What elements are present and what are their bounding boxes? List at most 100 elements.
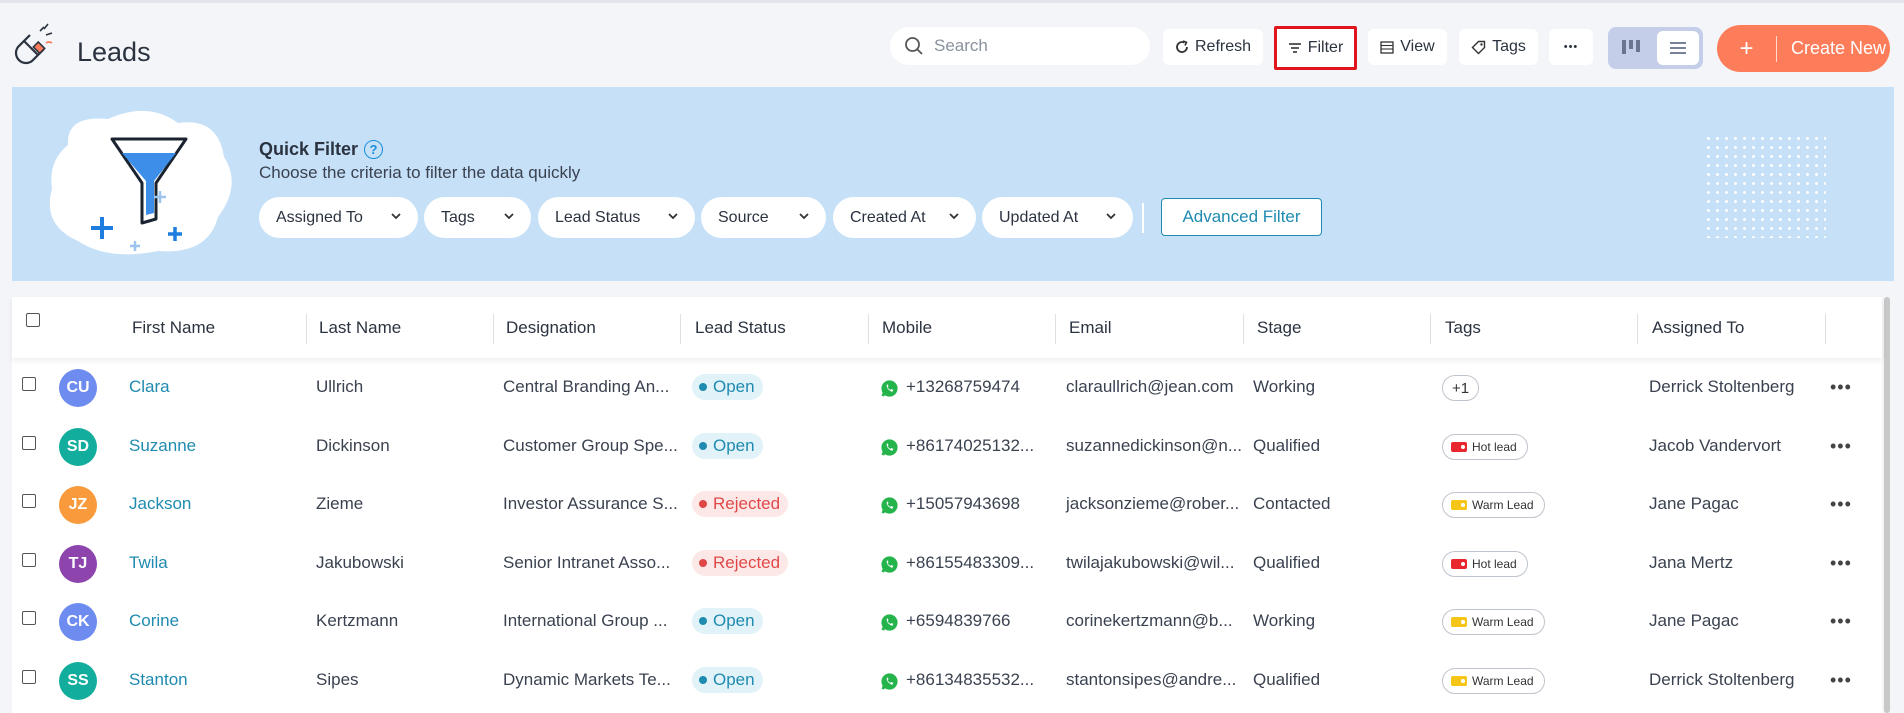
column-header-mobile[interactable]: Mobile [882, 318, 932, 338]
hot-lead-tag[interactable]: Hot lead [1442, 551, 1528, 577]
row-checkbox[interactable] [22, 377, 36, 391]
whatsapp-icon[interactable] [880, 672, 899, 691]
table-row[interactable]: TJ Twila Jakubowski Senior Intranet Asso… [12, 535, 1882, 593]
updated-at-filter[interactable]: Updated At [982, 197, 1133, 238]
status-label: Rejected [713, 494, 781, 513]
designation-cell: Customer Group Spe... [503, 436, 678, 455]
row-more-icon[interactable]: ••• [1830, 377, 1852, 398]
row-checkbox[interactable] [22, 436, 36, 450]
more-options-button[interactable]: ••• [1549, 29, 1593, 65]
whatsapp-icon[interactable] [880, 496, 899, 515]
email-cell[interactable]: jacksonzieme@rober... [1066, 494, 1239, 514]
column-header-last-name[interactable]: Last Name [319, 318, 401, 338]
tags-button[interactable]: Tags [1459, 29, 1538, 65]
email-cell[interactable]: stantonsipes@andre... [1066, 670, 1236, 690]
whatsapp-icon[interactable] [880, 555, 899, 574]
hot-lead-tag[interactable]: Hot lead [1442, 434, 1528, 460]
warm-lead-tag[interactable]: Warm Lead [1442, 609, 1545, 635]
status-badge: Open [692, 667, 763, 693]
avatar: SD [59, 428, 97, 466]
mobile-cell[interactable]: +15057943698 [906, 494, 1020, 514]
status-badge: Rejected [692, 491, 789, 517]
quick-filter-title: Quick Filter ? [259, 139, 384, 160]
first-name-link[interactable]: Stanton [129, 670, 188, 690]
column-header-lead-status[interactable]: Lead Status [695, 318, 786, 338]
whatsapp-icon[interactable] [880, 613, 899, 632]
table-row[interactable]: CK Corine Kertzmann International Group … [12, 593, 1882, 651]
column-header-stage[interactable]: Stage [1257, 318, 1301, 338]
row-more-icon[interactable]: ••• [1830, 553, 1852, 574]
search-input[interactable] [934, 36, 1134, 56]
mobile-cell[interactable]: +86155483309... [906, 553, 1034, 573]
view-button[interactable]: View [1368, 29, 1447, 65]
whatsapp-icon[interactable] [880, 379, 899, 398]
refresh-button[interactable]: Refresh [1163, 29, 1263, 65]
warm-lead-tag[interactable]: Warm Lead [1442, 668, 1545, 694]
filter-button[interactable]: Filter [1274, 26, 1357, 70]
source-filter[interactable]: Source [701, 197, 826, 238]
help-icon[interactable]: ? [364, 140, 384, 159]
list-icon [1670, 42, 1686, 54]
row-checkbox[interactable] [22, 553, 36, 567]
first-name-link[interactable]: Clara [129, 377, 170, 397]
first-name-link[interactable]: Corine [129, 611, 179, 631]
row-checkbox[interactable] [22, 670, 36, 684]
email-cell[interactable]: twilajakubowski@wil... [1066, 553, 1234, 573]
assigned-to-cell: Jana Mertz [1649, 553, 1734, 572]
refresh-icon [1176, 40, 1188, 53]
quick-filter-title-text: Quick Filter [259, 139, 359, 159]
column-header-email[interactable]: Email [1069, 318, 1112, 338]
column-header-assigned-to[interactable]: Assigned To [1652, 318, 1744, 338]
layout-toggle[interactable] [1608, 27, 1703, 69]
row-more-icon[interactable]: ••• [1830, 670, 1852, 691]
chevron-down-icon [949, 213, 959, 220]
row-checkbox[interactable] [22, 494, 36, 508]
mobile-cell[interactable]: +6594839766 [906, 611, 1010, 631]
tag-icon [1471, 40, 1486, 54]
table-row[interactable]: JZ Jackson Zieme Investor Assurance S...… [12, 476, 1882, 534]
row-more-icon[interactable]: ••• [1830, 611, 1852, 632]
email-cell[interactable]: suzannedickinson@n... [1066, 436, 1242, 456]
table-header: First Name Last Name Designation Lead St… [12, 297, 1882, 358]
whatsapp-icon[interactable] [880, 438, 899, 457]
status-dot-icon [699, 617, 707, 625]
email-cell[interactable]: corinekertzmann@b... [1066, 611, 1233, 631]
created-at-filter[interactable]: Created At [833, 197, 976, 238]
designation-cell: Dynamic Markets Te... [503, 670, 671, 689]
leads-table: First Name Last Name Designation Lead St… [12, 297, 1882, 713]
row-more-icon[interactable]: ••• [1830, 436, 1852, 457]
first-name-link[interactable]: Twila [129, 553, 168, 573]
select-all-checkbox[interactable] [26, 313, 40, 327]
assigned-to-filter[interactable]: Assigned To [259, 197, 418, 238]
row-more-icon[interactable]: ••• [1830, 494, 1852, 515]
tags-filter[interactable]: Tags [424, 197, 531, 238]
kanban-icon[interactable] [1620, 38, 1642, 58]
avatar: JZ [59, 486, 97, 524]
stage-cell: Qualified [1253, 670, 1321, 689]
mobile-cell[interactable]: +86134835532... [906, 670, 1034, 690]
table-row[interactable]: SD Suzanne Dickinson Customer Group Spe.… [12, 418, 1882, 476]
status-dot-icon [699, 559, 707, 567]
column-header-tags[interactable]: Tags [1445, 318, 1481, 338]
mobile-cell[interactable]: +13268759474 [906, 377, 1020, 397]
search-box[interactable] [890, 27, 1150, 65]
advanced-filter-button[interactable]: Advanced Filter [1161, 198, 1322, 236]
page-title: Leads [77, 37, 151, 67]
column-header-designation[interactable]: Designation [506, 318, 596, 338]
lead-status-filter[interactable]: Lead Status [538, 197, 695, 238]
warm-lead-tag[interactable]: Warm Lead [1442, 492, 1545, 518]
create-new-button[interactable]: + Create New [1717, 25, 1890, 72]
table-row[interactable]: SS Stanton Sipes Dynamic Markets Te... O… [12, 652, 1882, 710]
first-name-link[interactable]: Suzanne [129, 436, 196, 456]
first-name-link[interactable]: Jackson [129, 494, 191, 514]
mobile-cell[interactable]: +86174025132... [906, 436, 1034, 456]
row-checkbox[interactable] [22, 611, 36, 625]
view-columns-icon [1380, 40, 1394, 54]
list-view-button[interactable] [1657, 31, 1699, 65]
tag-count-badge[interactable]: +1 [1442, 375, 1480, 401]
column-header-first-name[interactable]: First Name [132, 318, 215, 338]
email-cell[interactable]: claraullrich@jean.com [1066, 377, 1234, 397]
table-scrollbar[interactable] [1884, 297, 1890, 713]
table-row[interactable]: CU Clara Ullrich Central Branding An... … [12, 359, 1882, 417]
last-name-cell: Sipes [316, 670, 359, 689]
